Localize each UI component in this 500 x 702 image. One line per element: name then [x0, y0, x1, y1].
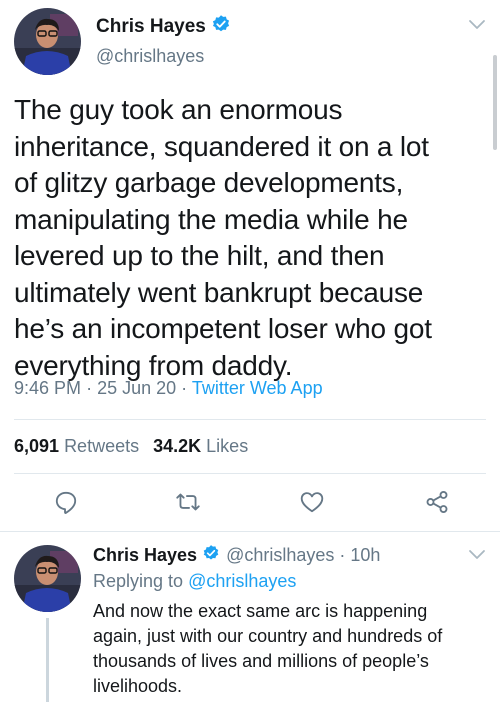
author-handle[interactable]: @chrislhayes	[96, 46, 204, 67]
replying-to-mention[interactable]: @chrislhayes	[188, 571, 296, 591]
replying-to-label: Replying to	[93, 571, 184, 591]
avatar-image	[14, 545, 81, 612]
tweet-separator	[0, 531, 500, 532]
share-button[interactable]	[421, 487, 453, 517]
retweet-icon	[176, 493, 200, 511]
meta-separator: ·	[181, 378, 188, 398]
like-icon	[300, 492, 324, 513]
verified-badge-icon	[202, 544, 220, 567]
reply-icon	[55, 491, 77, 514]
divider	[14, 419, 486, 420]
reply-time: 10h	[350, 545, 381, 565]
tweet-time: 9:46 PM	[14, 378, 82, 398]
tweet-actions	[0, 487, 500, 517]
verified-badge-icon	[211, 14, 231, 39]
likes-stat[interactable]: 34.2K Likes	[153, 436, 248, 456]
likes-count: 34.2K	[153, 436, 202, 456]
tweet-stats: 6,091 Retweets 34.2K Likes	[14, 436, 248, 457]
tweet-date: 25 Jun 20	[97, 378, 177, 398]
reply-author-display-name[interactable]: Chris Hayes	[93, 545, 197, 566]
replying-to: Replying to @chrislhayes	[93, 571, 296, 592]
main-tweet: Chris Hayes @chrislhayes The guy took an…	[0, 0, 500, 532]
reply-handle-time: @chrislhayes · 10h	[226, 545, 380, 566]
retweet-button[interactable]	[172, 487, 204, 517]
reply-author-row[interactable]: Chris Hayes @chrislhayes · 10h	[93, 544, 380, 567]
retweets-stat[interactable]: 6,091 Retweets	[14, 436, 139, 456]
tweet-meta: 9:46 PM · 25 Jun 20 · Twitter Web App	[14, 378, 323, 399]
chevron-down-icon[interactable]	[468, 548, 486, 566]
author-name-row[interactable]: Chris Hayes	[96, 14, 231, 39]
tweet-source-link[interactable]: Twitter Web App	[192, 378, 323, 398]
avatar[interactable]	[14, 545, 81, 612]
divider	[14, 473, 486, 474]
meta-separator: ·	[339, 545, 346, 565]
likes-label: Likes	[206, 436, 249, 456]
thread-line	[46, 618, 49, 702]
author-display-name[interactable]: Chris Hayes	[96, 16, 206, 38]
avatar[interactable]	[14, 8, 81, 75]
share-icon	[426, 491, 448, 513]
retweets-label: Retweets	[64, 436, 140, 456]
like-button[interactable]	[296, 487, 328, 517]
reply-button[interactable]	[50, 487, 82, 517]
retweets-count: 6,091	[14, 436, 60, 456]
reply-author-handle[interactable]: @chrislhayes	[226, 545, 334, 565]
chevron-down-icon[interactable]	[468, 18, 486, 36]
meta-separator: ·	[86, 378, 93, 398]
tweet-text: The guy took an enormous inheritance, sq…	[14, 94, 432, 381]
avatar-image	[14, 8, 81, 75]
reply-text: And now the exact same arc is happening …	[93, 601, 443, 696]
